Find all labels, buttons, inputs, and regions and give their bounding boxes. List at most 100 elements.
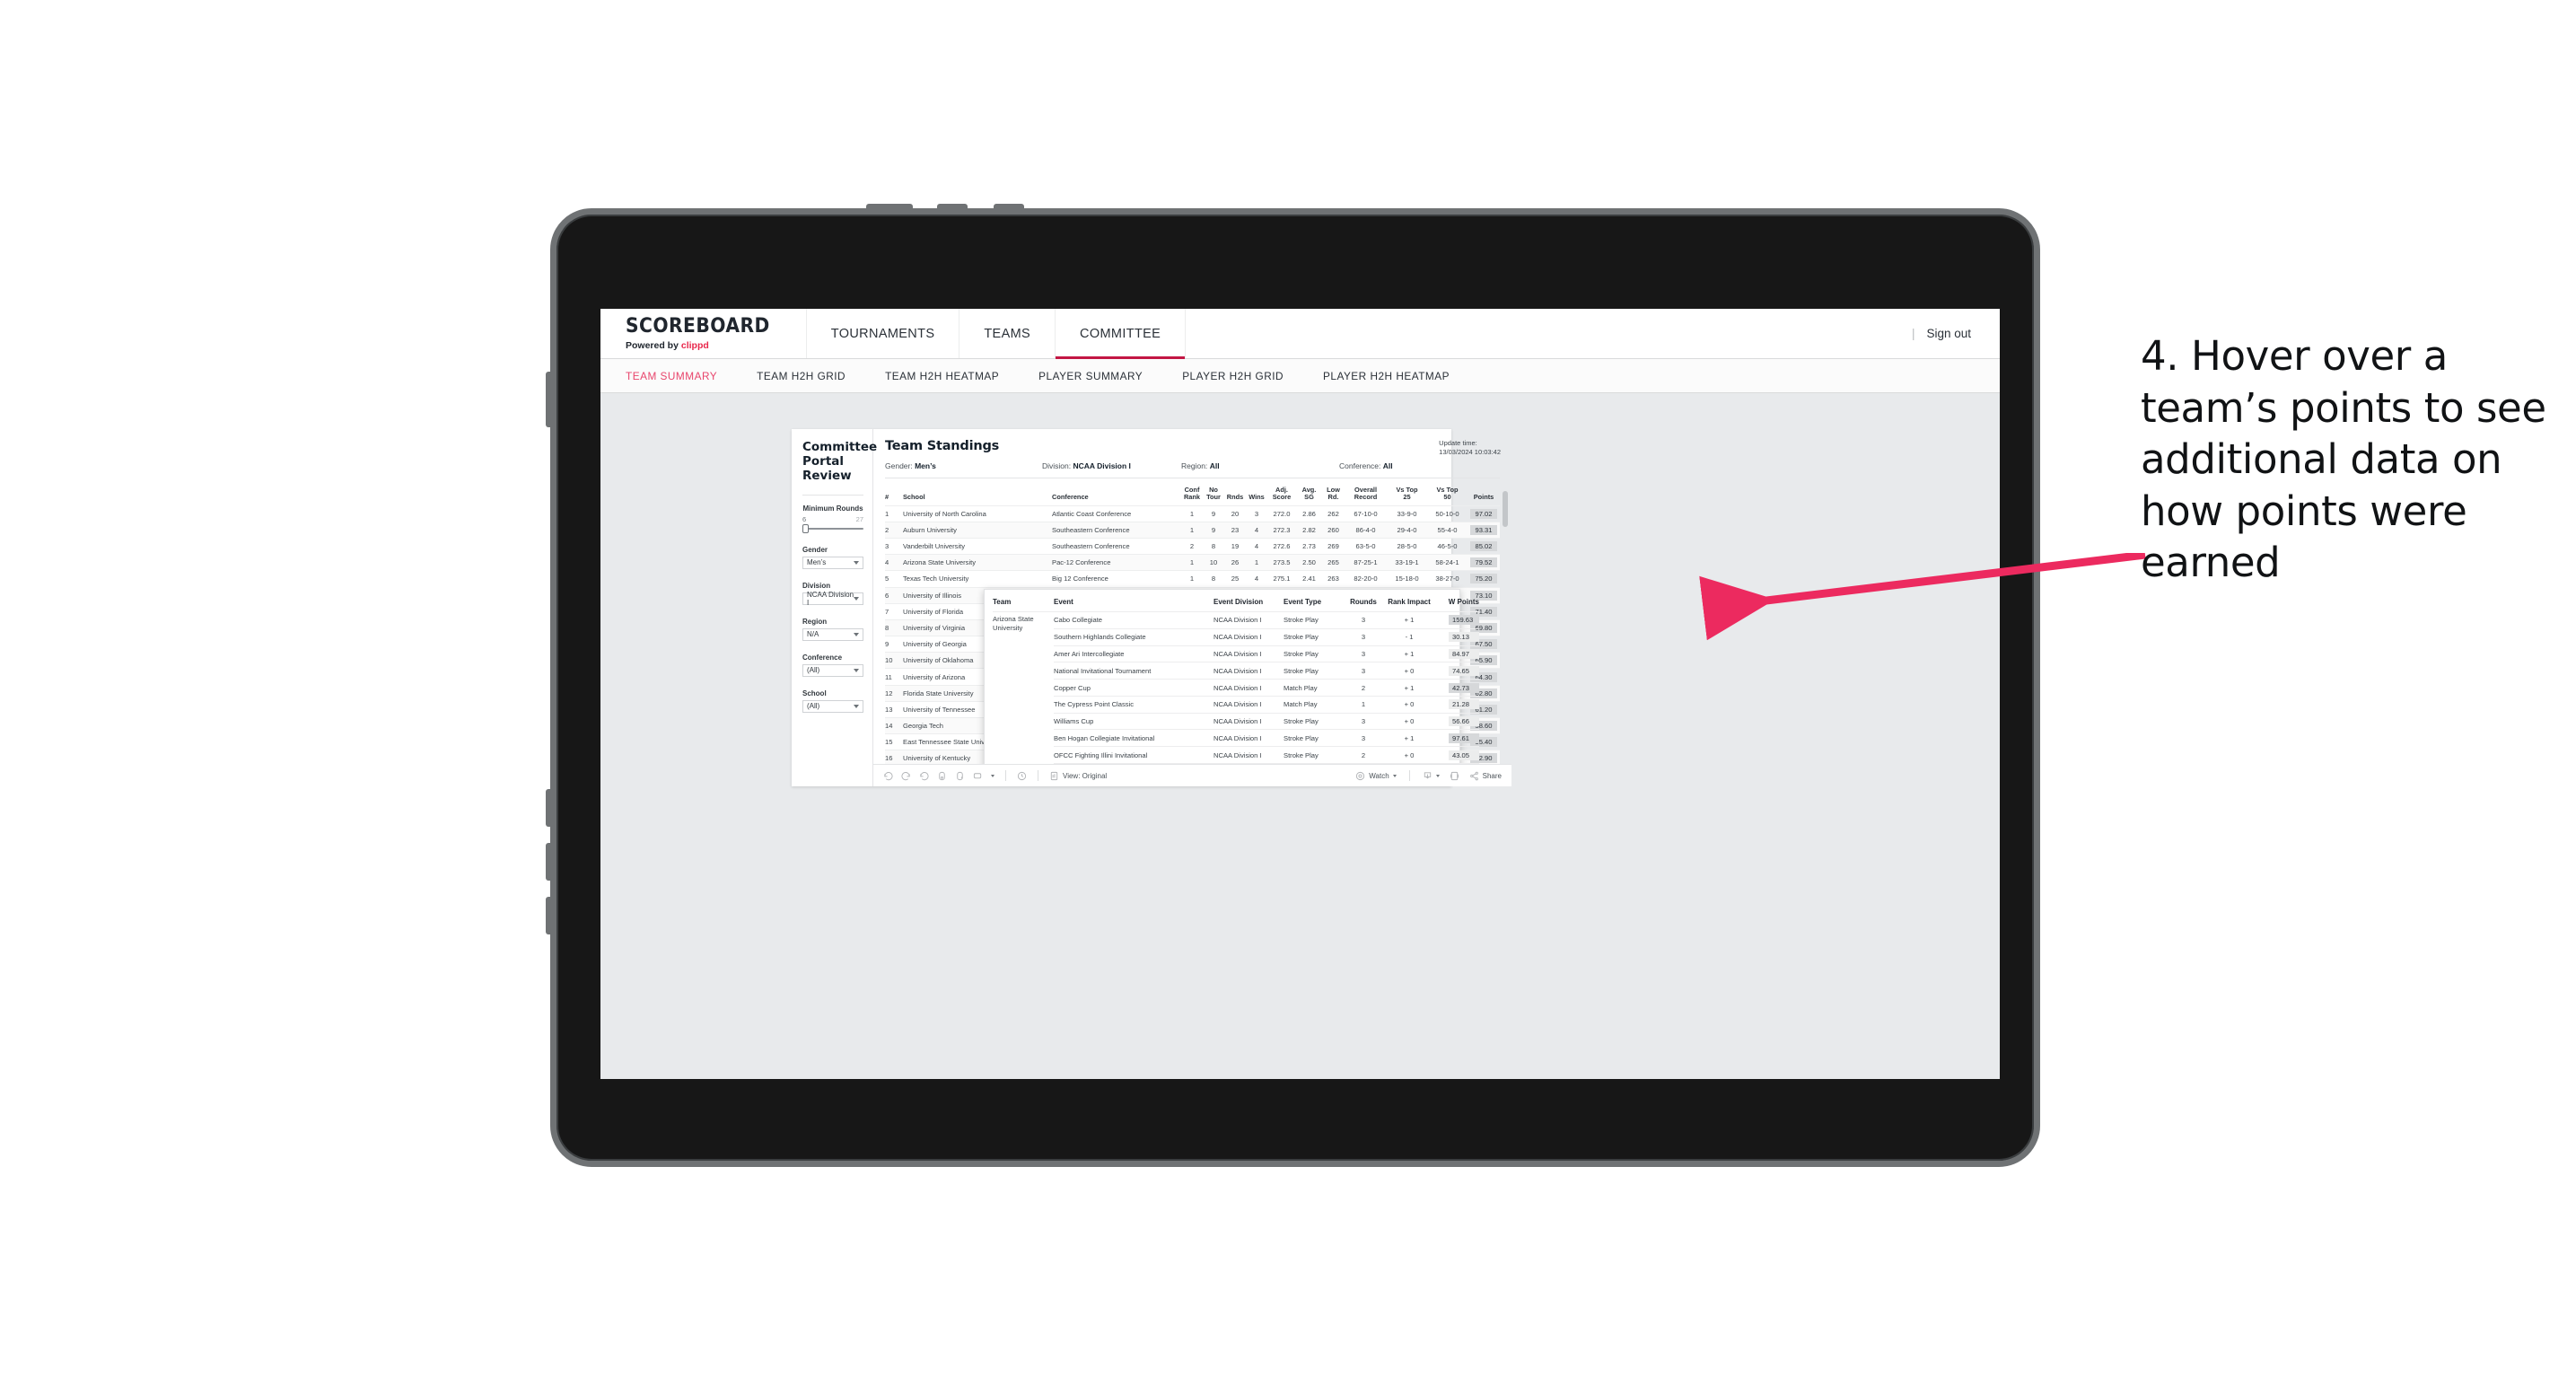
tooltip-col-event: Event (1054, 598, 1073, 606)
tooltip-cell-wpoints: 74.65 (1436, 662, 1479, 680)
view-original-button[interactable]: View: Original (1049, 771, 1107, 781)
tab-player-h2h-grid[interactable]: PLAYER H2H GRID (1182, 370, 1308, 382)
standings-col-adj-score[interactable]: Adj. Score (1267, 478, 1296, 505)
minimum-rounds-slider[interactable] (802, 523, 863, 533)
watch-button[interactable]: Watch (1355, 771, 1397, 781)
standings-cell-points[interactable]: 79.52 (1468, 554, 1500, 571)
pause-icon[interactable] (955, 771, 965, 781)
standings-cell-vs50: 58-24-1 (1427, 554, 1468, 571)
slider-handle[interactable] (802, 523, 809, 533)
tooltip-cell-rounds: 1 (1345, 695, 1382, 714)
standings-cell-conf_rank: 1 (1181, 521, 1203, 539)
tab-team-summary[interactable]: TEAM SUMMARY (626, 370, 741, 382)
standings-cell-points[interactable]: 85.02 (1468, 537, 1500, 555)
share-button[interactable]: Share (1469, 771, 1502, 781)
standings-cell-rnds: 19 (1224, 537, 1246, 555)
tab-team-h2h-heatmap[interactable]: TEAM H2H HEATMAP (885, 370, 1023, 382)
filter-school-label: School (802, 689, 827, 697)
page-title: Team Standings (885, 439, 1000, 453)
standings-cell-points[interactable]: 75.20 (1468, 570, 1500, 587)
tooltip-col-wpoints: W Points (1448, 598, 1479, 606)
fullscreen-button[interactable] (1450, 771, 1459, 781)
standings-cell-adj_score: 272.3 (1267, 521, 1296, 539)
summary-region-value: All (1209, 461, 1220, 470)
standings-cell-avg_sg: 2.73 (1296, 537, 1322, 555)
brand-logo[interactable]: SCOREBOARD Powered by clippd (600, 309, 807, 358)
standings-cell-record: 82-20-0 (1345, 570, 1387, 587)
filters-title-line-1: Committee (802, 440, 878, 454)
points-value: 79.52 (1470, 557, 1497, 568)
tooltip-cell-division: NCAA Division I (1214, 645, 1284, 662)
filter-region-select[interactable]: N/A (802, 627, 863, 641)
table-row[interactable]: 2 Auburn University Southeastern Conferenc… (885, 521, 1500, 539)
standings-col-conference[interactable]: Conference (1052, 478, 1181, 505)
standings-col-avg-sg[interactable]: Avg. SG (1296, 478, 1322, 505)
tab-player-h2h-heatmap[interactable]: PLAYER H2H HEATMAP (1323, 370, 1474, 382)
standings-col-vs-top-25[interactable]: Vs Top 25 (1387, 478, 1427, 505)
annotation-text: 4. Hover over a team’s points to see add… (2141, 332, 2546, 587)
table-row[interactable]: 1 University of North Carolina Atlantic Co… (885, 504, 1500, 522)
tooltip-row: Williams Cup NCAA Division I Stroke Play 3 +… (993, 712, 1479, 730)
minimum-rounds-range: 6 27 (802, 515, 863, 523)
summary-gender-label: Gender: (885, 461, 913, 470)
standings-col-low-rd[interactable]: Low Rd. (1322, 478, 1345, 505)
nav-item-tournaments[interactable]: TOURNAMENTS (807, 309, 960, 358)
standings-col-[interactable]: # (885, 478, 903, 505)
standings-cell-rank: 11 (885, 668, 903, 686)
viz-filter-summary: Gender: Men’s Division: NCAA Division I … (885, 461, 1500, 478)
nav-item-committee[interactable]: COMMITTEE (1056, 309, 1187, 359)
tooltip-wpoints-value: 159.63 (1449, 615, 1479, 626)
tooltip-cell-rounds: 3 (1345, 662, 1382, 680)
standings-col-rnds[interactable]: Rnds (1224, 478, 1246, 505)
revert-icon[interactable] (919, 771, 929, 781)
standings-col-vs-top-50[interactable]: Vs Top 50 (1427, 478, 1468, 505)
standings-cell-wins: 4 (1246, 537, 1267, 555)
standings-cell-wins: 3 (1246, 504, 1267, 522)
nav-item-teams[interactable]: TEAMS (959, 309, 1056, 358)
tooltip-cell-rounds: 3 (1345, 729, 1382, 747)
standings-cell-no_tour: 8 (1203, 570, 1224, 587)
summary-conference-value: All (1382, 461, 1393, 470)
download-icon (1424, 771, 1431, 778)
download-button[interactable] (1423, 771, 1440, 781)
table-row[interactable]: 3 Vanderbilt University Southeastern Confe… (885, 537, 1500, 555)
minimum-rounds-label: Minimum Rounds (802, 504, 863, 513)
table-row[interactable]: 5 Texas Tech University Big 12 Conference 1… (885, 570, 1500, 587)
tooltip-row: National Invitational Tournament NCAA Div… (993, 662, 1479, 680)
filter-school-select[interactable]: (All) (802, 699, 863, 713)
standings-col-points[interactable]: Points (1468, 478, 1500, 505)
view-toggle-icon[interactable] (973, 771, 983, 781)
standings-cell-vs25: 15-18-0 (1387, 570, 1427, 587)
undo-icon[interactable] (883, 771, 893, 781)
summary-gender: Gender: Men’s (885, 461, 1042, 470)
filters-divider (802, 494, 863, 496)
standings-col-conf-rank[interactable]: Conf Rank (1181, 478, 1203, 505)
tab-player-summary[interactable]: PLAYER SUMMARY (1038, 370, 1167, 382)
standings-cell-no_tour: 9 (1203, 521, 1224, 539)
summary-conference-label: Conference: (1339, 461, 1381, 470)
summary-conference: Conference: All (1339, 461, 1393, 470)
tooltip-cell-rounds: 3 (1345, 645, 1382, 662)
sign-out-link[interactable]: Sign out (1926, 327, 1971, 340)
tooltip-cell-rounds: 3 (1345, 712, 1382, 730)
standings-col-no-tour[interactable]: No Tour (1203, 478, 1224, 505)
standings-cell-points[interactable]: 93.31 (1468, 521, 1500, 539)
table-row[interactable]: 4 Arizona State University Pac-12 Conferen… (885, 554, 1500, 571)
standings-table-wrap: # School Conference Conf Rank No Tour Rnds Wins A… (873, 478, 1511, 764)
redo-icon[interactable] (901, 771, 911, 781)
filter-division-select[interactable]: NCAA Division I (802, 591, 863, 607)
tooltip-cell-type: Stroke Play (1284, 662, 1345, 680)
standings-col-overall-record[interactable]: Overall Record (1345, 478, 1387, 505)
filter-conference-select[interactable]: (All) (802, 663, 863, 677)
standings-col-school[interactable]: School (903, 478, 1052, 505)
standings-col-wins[interactable]: Wins (1246, 478, 1267, 505)
tab-team-h2h-grid[interactable]: TEAM H2H GRID (757, 370, 870, 382)
refresh-icon[interactable] (937, 771, 947, 781)
filter-gender-select[interactable]: Men’s (802, 556, 863, 569)
history-icon[interactable] (1017, 771, 1027, 781)
standings-cell-conf_rank: 1 (1181, 554, 1203, 571)
standings-cell-points[interactable]: 97.02 (1468, 504, 1500, 522)
chevron-down-icon[interactable] (991, 774, 994, 777)
tooltip-row: Ben Hogan Collegiate Invitational NCAA Di… (993, 729, 1479, 747)
table-scrollbar[interactable] (1503, 491, 1508, 527)
